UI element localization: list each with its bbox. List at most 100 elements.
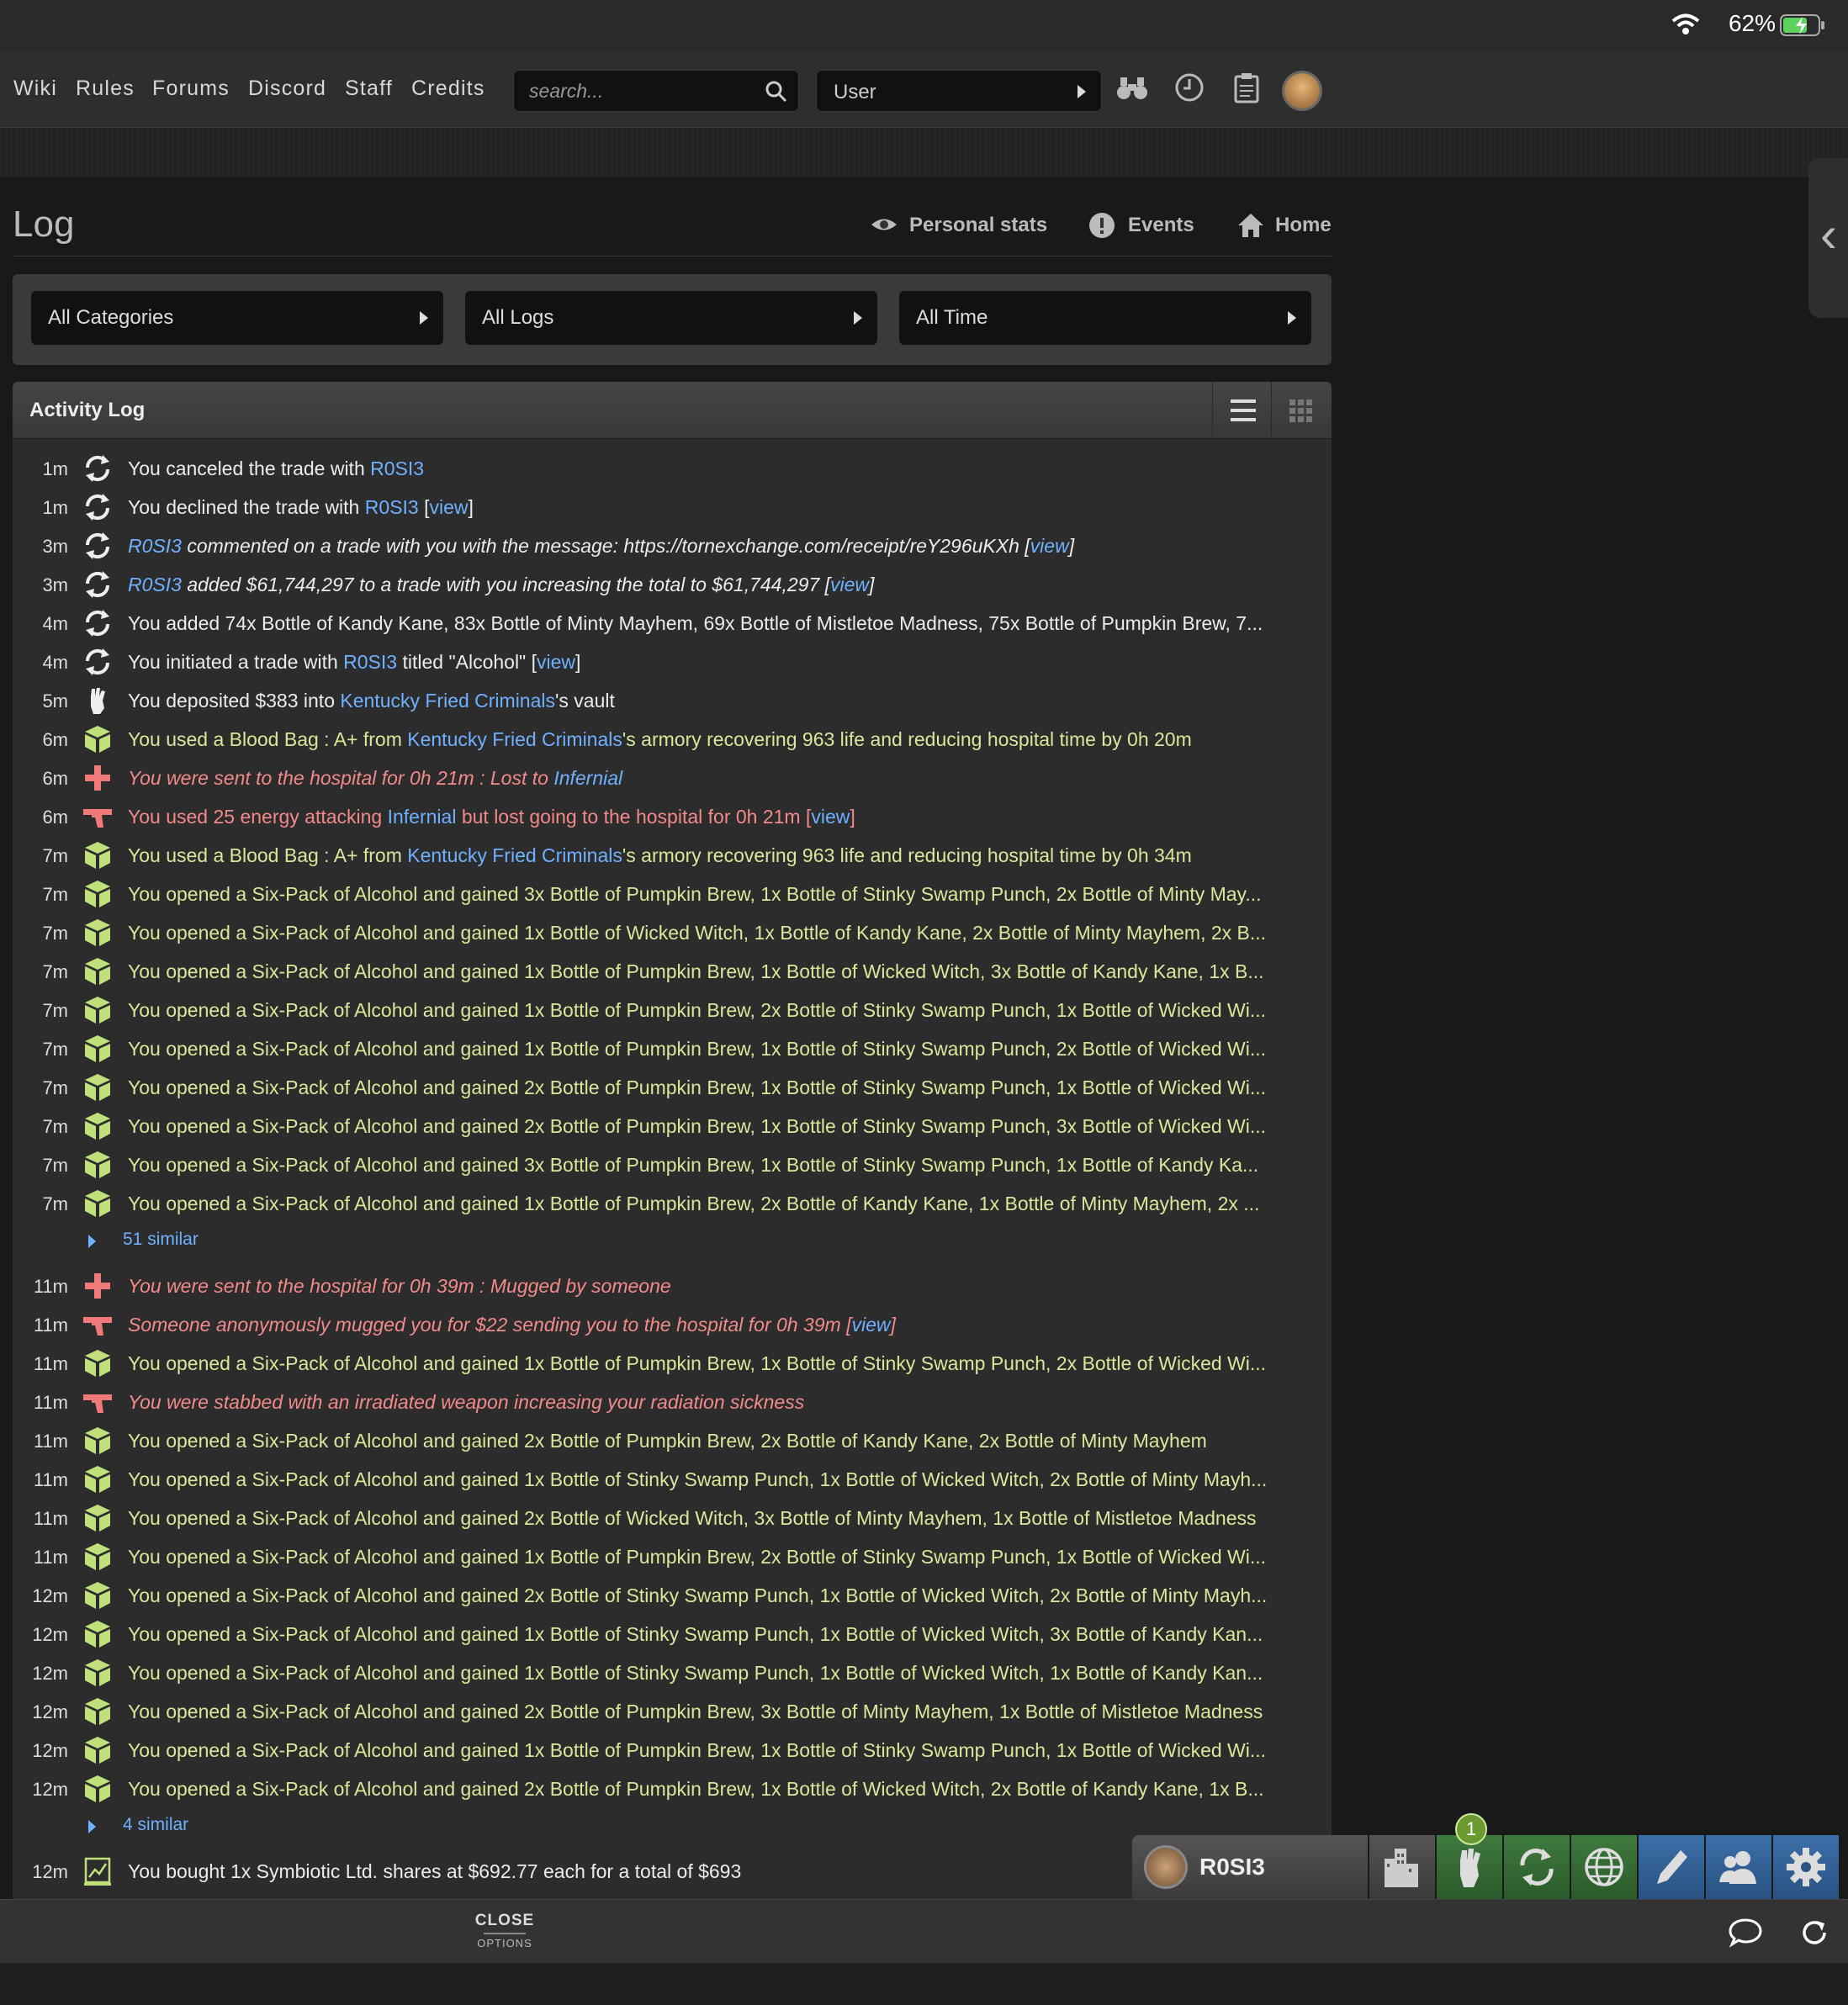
log-message: You opened a Six-Pack of Alcohol and gai… <box>128 922 1322 944</box>
clock-icon[interactable] <box>1173 71 1206 104</box>
gun-icon <box>82 1386 114 1418</box>
dock-city-button[interactable] <box>1369 1835 1435 1899</box>
log-link[interactable]: Kentucky Fried Criminals <box>407 844 622 866</box>
sidebar-toggle[interactable]: ‹ <box>1808 158 1848 318</box>
category-filter-select[interactable]: All Categories <box>31 291 443 345</box>
log-text: 's armory recovering 963 life and reduci… <box>622 844 1192 866</box>
log-time: 7m <box>42 1039 68 1060</box>
log-time: 11m <box>33 1315 68 1336</box>
log-text: ] <box>850 806 855 828</box>
nav-staff[interactable]: Staff <box>345 77 393 101</box>
log-text: You opened a Six-Pack of Alcohol and gai… <box>128 1778 1264 1800</box>
log-text: You opened a Six-Pack of Alcohol and gai… <box>128 922 1267 944</box>
clipboard-icon[interactable] <box>1230 71 1263 104</box>
log-time: 4m <box>42 613 68 634</box>
log-link[interactable]: R0SI3 <box>370 458 424 479</box>
log-message: You opened a Six-Pack of Alcohol and gai… <box>128 1077 1322 1099</box>
log-link[interactable]: Infernial <box>388 806 457 828</box>
log-text: You opened a Six-Pack of Alcohol and gai… <box>128 1546 1267 1568</box>
log-link[interactable]: Infernial <box>553 767 622 789</box>
log-link[interactable]: view <box>537 651 575 673</box>
stocks-icon <box>82 1855 114 1887</box>
log-time: 11m <box>33 1547 68 1568</box>
log-message: You opened a Six-Pack of Alcohol and gai… <box>128 1623 1322 1646</box>
similar-toggle[interactable]: 4 similar <box>13 1810 349 1844</box>
log-time: 11m <box>33 1392 68 1413</box>
events-link[interactable]: Events <box>1128 214 1194 237</box>
dock-friends-button[interactable] <box>1706 1835 1771 1899</box>
log-time: 11m <box>33 1469 68 1490</box>
search-type-select[interactable]: User <box>816 70 1102 112</box>
log-row: 12m You opened a Six-Pack of Alcohol and … <box>13 1692 1332 1731</box>
time-filter-select[interactable]: All Time <box>899 291 1311 345</box>
personal-stats-link[interactable]: Personal stats <box>909 214 1047 237</box>
grid-view-button[interactable] <box>1271 382 1330 439</box>
log-message: You used a Blood Bag : A+ from Kentucky … <box>128 844 1322 867</box>
log-time: 7m <box>42 1116 68 1137</box>
log-text: You were sent to the hospital for 0h 21m… <box>128 767 554 789</box>
item-icon <box>82 1071 114 1103</box>
logs-filter-select[interactable]: All Logs <box>465 291 877 345</box>
log-text: You opened a Six-Pack of Alcohol and gai… <box>128 1739 1267 1761</box>
log-link[interactable]: view <box>429 496 468 518</box>
search-icon[interactable] <box>765 80 788 103</box>
nav-wiki[interactable]: Wiki <box>13 77 57 101</box>
log-link[interactable]: Kentucky Fried Criminals <box>407 728 622 750</box>
divider <box>484 1933 526 1934</box>
nav-rules[interactable]: Rules <box>76 77 135 101</box>
log-row: 4m You added 74x Bottle of Kandy Kane, 83… <box>13 604 1332 643</box>
dock-trade-button[interactable] <box>1504 1835 1570 1899</box>
item-icon <box>82 1347 114 1379</box>
log-link[interactable]: view <box>1030 535 1069 557</box>
log-link[interactable]: view <box>830 574 869 595</box>
log-message: You opened a Six-Pack of Alcohol and gai… <box>128 1468 1322 1491</box>
hospital-icon <box>82 1270 114 1302</box>
log-time: 4m <box>42 652 68 673</box>
log-text: You opened a Six-Pack of Alcohol and gai… <box>128 999 1267 1021</box>
log-link[interactable]: R0SI3 <box>365 496 419 518</box>
chevron-right-icon <box>1288 311 1296 325</box>
log-link[interactable]: R0SI3 <box>128 535 182 557</box>
item-icon <box>82 1033 114 1065</box>
log-row: 7m You opened a Six-Pack of Alcohol and g… <box>13 913 1332 952</box>
log-text: You opened a Six-Pack of Alcohol and gai… <box>128 1468 1268 1490</box>
log-link[interactable]: R0SI3 <box>128 574 182 595</box>
dock-user-name: R0SI3 <box>1199 1854 1265 1880</box>
binoculars-icon[interactable] <box>1115 71 1149 104</box>
item-icon <box>82 839 114 871</box>
log-message: You opened a Six-Pack of Alcohol and gai… <box>128 1778 1322 1801</box>
nav-discord[interactable]: Discord <box>248 77 326 101</box>
log-row: 12m You opened a Six-Pack of Alcohol and … <box>13 1770 1332 1808</box>
close-options-button[interactable]: CLOSE OPTIONS <box>471 1912 538 1949</box>
log-row: 11m You opened a Six-Pack of Alcohol and … <box>13 1421 1332 1460</box>
chevron-right-icon <box>88 1235 96 1248</box>
search-input[interactable] <box>529 71 756 111</box>
gun-icon <box>82 1309 114 1341</box>
list-view-button[interactable] <box>1212 382 1271 439</box>
log-row: 7m You opened a Six-Pack of Alcohol and g… <box>13 1029 1332 1068</box>
log-time: 7m <box>42 845 68 866</box>
similar-toggle[interactable]: 51 similar <box>13 1225 349 1258</box>
chevron-right-icon <box>88 1820 96 1833</box>
nav-credits[interactable]: Credits <box>411 77 485 101</box>
log-message: You opened a Six-Pack of Alcohol and gai… <box>128 883 1322 906</box>
avatar[interactable] <box>1282 71 1322 111</box>
chat-icon[interactable] <box>1728 1917 1763 1949</box>
log-link[interactable]: R0SI3 <box>343 651 397 673</box>
nav-forums[interactable]: Forums <box>152 77 230 101</box>
options-label: OPTIONS <box>477 1937 532 1949</box>
log-link[interactable]: view <box>852 1314 891 1336</box>
log-link[interactable]: view <box>811 806 850 828</box>
home-link[interactable]: Home <box>1275 214 1332 237</box>
refresh-icon[interactable] <box>1798 1917 1830 1949</box>
list-icon <box>1231 399 1256 421</box>
dock-user-button[interactable]: R0SI3 <box>1132 1835 1368 1899</box>
log-message: You opened a Six-Pack of Alcohol and gai… <box>128 1193 1322 1215</box>
log-link[interactable]: Kentucky Fried Criminals <box>340 690 555 712</box>
dock-travel-button[interactable] <box>1571 1835 1637 1899</box>
divider <box>13 256 1332 257</box>
dock-settings-button[interactable] <box>1773 1835 1839 1899</box>
gear-icon <box>1787 1848 1825 1886</box>
log-text: commented on a trade with you with the m… <box>181 535 1030 557</box>
dock-notes-button[interactable] <box>1639 1835 1704 1899</box>
